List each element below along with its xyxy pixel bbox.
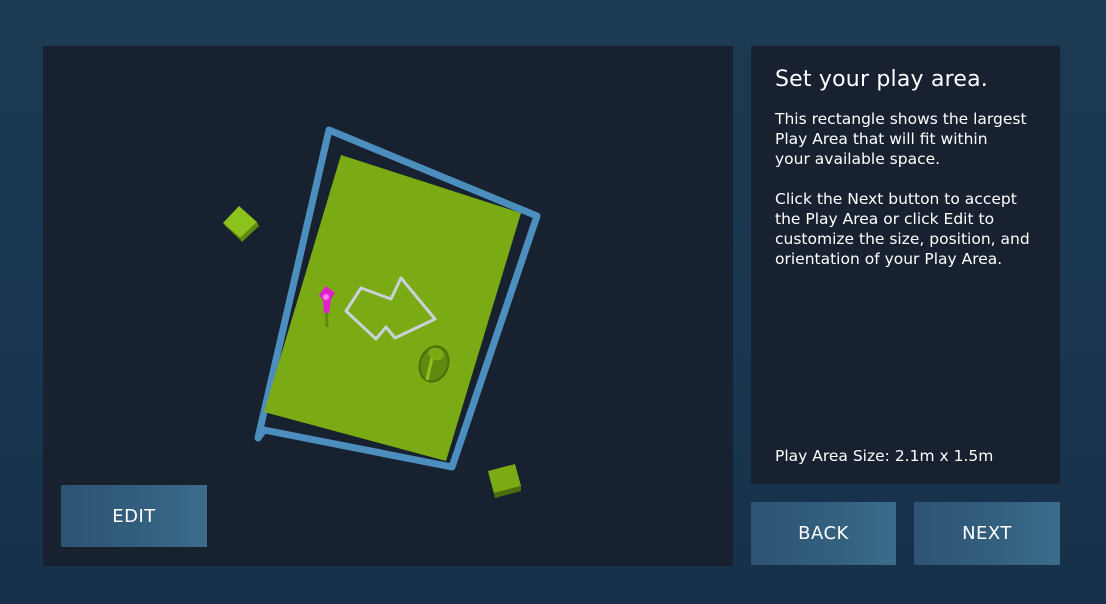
panel-title: Set your play area.: [775, 67, 989, 92]
next-button[interactable]: NEXT: [914, 502, 1060, 565]
back-button[interactable]: BACK: [751, 502, 896, 565]
play-area-size: Play Area Size: 2.1m x 1.5m: [775, 447, 994, 465]
play-area-rectangle: [264, 155, 521, 461]
edit-button[interactable]: EDIT: [61, 485, 207, 547]
info-panel: Set your play area. This rectangle shows…: [751, 46, 1060, 484]
instruction-text: Click the Next button to accept the Play…: [775, 190, 1030, 269]
description-text: This rectangle shows the largest Play Ar…: [775, 110, 1027, 169]
base-station-right-icon: [488, 464, 521, 498]
base-station-left-icon: [223, 206, 259, 242]
